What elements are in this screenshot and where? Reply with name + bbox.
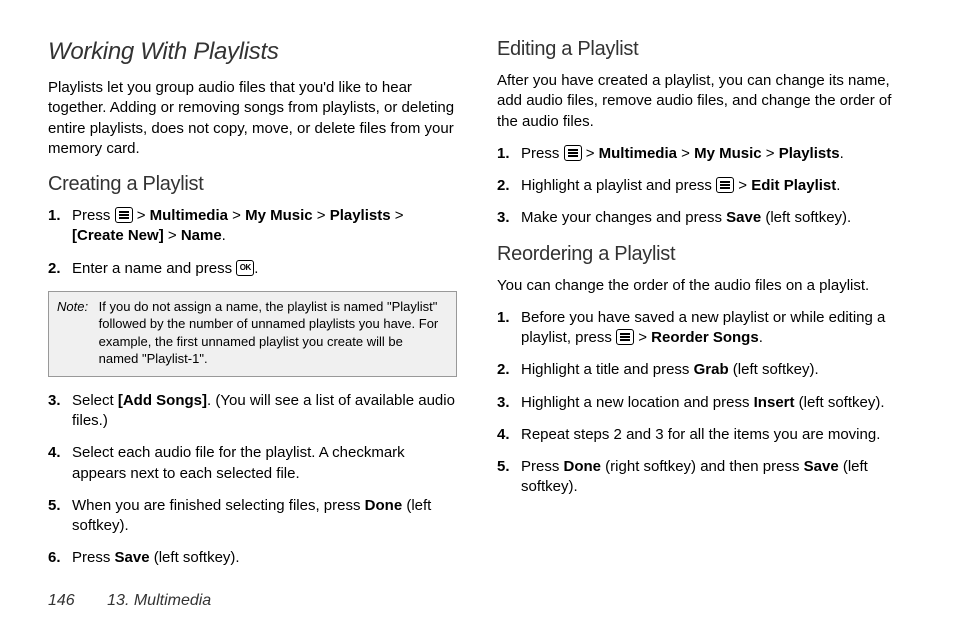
creating-step-6: Press Save (left softkey). <box>48 548 457 568</box>
text: . <box>759 329 763 346</box>
menu-key-icon <box>616 329 634 345</box>
note-box: Note: If you do not assign a name, the p… <box>48 291 457 377</box>
path-multimedia: Multimedia <box>150 207 228 224</box>
text: Press <box>72 207 115 224</box>
note-body: If you do not assign a name, the playlis… <box>99 298 446 368</box>
gt-icon: > <box>137 207 146 224</box>
creating-step-5: When you are finished selecting files, p… <box>48 496 457 537</box>
text: Highlight a new location and press <box>521 394 754 411</box>
page-title: Working With Playlists <box>48 38 457 66</box>
gt-icon: > <box>738 177 747 194</box>
content-columns: Working With Playlists Playlists let you… <box>48 38 906 558</box>
path-playlists: Playlists <box>779 145 840 162</box>
save-label: Save <box>804 458 839 475</box>
edit-playlist-label: Edit Playlist <box>751 177 836 194</box>
text: Select <box>72 392 118 409</box>
gt-icon: > <box>766 145 775 162</box>
menu-key-icon <box>716 177 734 193</box>
reordering-step-2: Highlight a title and press Grab (left s… <box>497 360 906 380</box>
creating-step-2: Enter a name and press . <box>48 259 457 279</box>
gt-icon: > <box>232 207 241 224</box>
reordering-heading: Reordering a Playlist <box>497 243 906 266</box>
ok-key-icon <box>236 260 254 276</box>
path-name: Name <box>181 227 222 244</box>
editing-heading: Editing a Playlist <box>497 38 906 61</box>
reordering-steps: Before you have saved a new playlist or … <box>497 308 906 498</box>
text: (left softkey). <box>150 549 240 566</box>
text: Press <box>521 145 564 162</box>
editing-step-2: Highlight a playlist and press > Edit Pl… <box>497 176 906 196</box>
gt-icon: > <box>681 145 690 162</box>
menu-key-icon <box>115 207 133 223</box>
text: . <box>840 145 844 162</box>
path-multimedia: Multimedia <box>599 145 677 162</box>
path-playlists: Playlists <box>330 207 391 224</box>
text: . <box>222 227 226 244</box>
menu-key-icon <box>564 145 582 161</box>
reordering-step-4: Repeat steps 2 and 3 for all the items y… <box>497 425 906 445</box>
reordering-step-3: Highlight a new location and press Inser… <box>497 393 906 413</box>
save-label: Save <box>726 209 761 226</box>
path-mymusic: My Music <box>245 207 313 224</box>
creating-step-3: Select [Add Songs]. (You will see a list… <box>48 391 457 432</box>
reordering-step-1: Before you have saved a new playlist or … <box>497 308 906 349</box>
gt-icon: > <box>317 207 326 224</box>
editing-steps: Press > Multimedia > My Music > Playlist… <box>497 144 906 229</box>
right-column: Editing a Playlist After you have create… <box>497 38 906 558</box>
gt-icon: > <box>638 329 647 346</box>
text: (left softkey). <box>761 209 851 226</box>
gt-icon: > <box>168 227 177 244</box>
note-label: Note: <box>57 298 95 316</box>
creating-heading: Creating a Playlist <box>48 173 457 196</box>
path-createnew: [Create New] <box>72 227 164 244</box>
editing-step-1: Press > Multimedia > My Music > Playlist… <box>497 144 906 164</box>
done-label: Done <box>564 458 602 475</box>
insert-label: Insert <box>754 394 795 411</box>
creating-step-4: Select each audio file for the playlist.… <box>48 443 457 484</box>
grab-label: Grab <box>694 361 729 378</box>
page-number: 146 <box>48 592 75 609</box>
editing-step-3: Make your changes and press Save (left s… <box>497 208 906 228</box>
text: (left softkey). <box>729 361 819 378</box>
reordering-step-5: Press Done (right softkey) and then pres… <box>497 457 906 498</box>
creating-step-1: Press > Multimedia > My Music > Playlist… <box>48 206 457 247</box>
section-name: 13. Multimedia <box>107 592 211 609</box>
editing-intro: After you have created a playlist, you c… <box>497 71 906 132</box>
text: Highlight a playlist and press <box>521 177 716 194</box>
add-songs: [Add Songs] <box>118 392 207 409</box>
text: . <box>836 177 840 194</box>
creating-steps-cont: Select [Add Songs]. (You will see a list… <box>48 391 457 569</box>
reorder-songs-label: Reorder Songs <box>651 329 759 346</box>
text: Enter a name and press <box>72 260 236 277</box>
text: Highlight a title and press <box>521 361 694 378</box>
text: Press <box>72 549 115 566</box>
text: Press <box>521 458 564 475</box>
gt-icon: > <box>586 145 595 162</box>
text: When you are finished selecting files, p… <box>72 497 365 514</box>
save-label: Save <box>115 549 150 566</box>
path-mymusic: My Music <box>694 145 762 162</box>
page-footer: 146 13. Multimedia <box>48 592 211 610</box>
text: Make your changes and press <box>521 209 726 226</box>
done-label: Done <box>365 497 403 514</box>
text: (left softkey). <box>795 394 885 411</box>
reordering-intro: You can change the order of the audio fi… <box>497 276 906 296</box>
gt-icon: > <box>395 207 404 224</box>
text: . <box>254 260 258 277</box>
left-column: Working With Playlists Playlists let you… <box>48 38 457 558</box>
creating-steps: Press > Multimedia > My Music > Playlist… <box>48 206 457 279</box>
intro-paragraph: Playlists let you group audio files that… <box>48 78 457 159</box>
text: (right softkey) and then press <box>601 458 804 475</box>
